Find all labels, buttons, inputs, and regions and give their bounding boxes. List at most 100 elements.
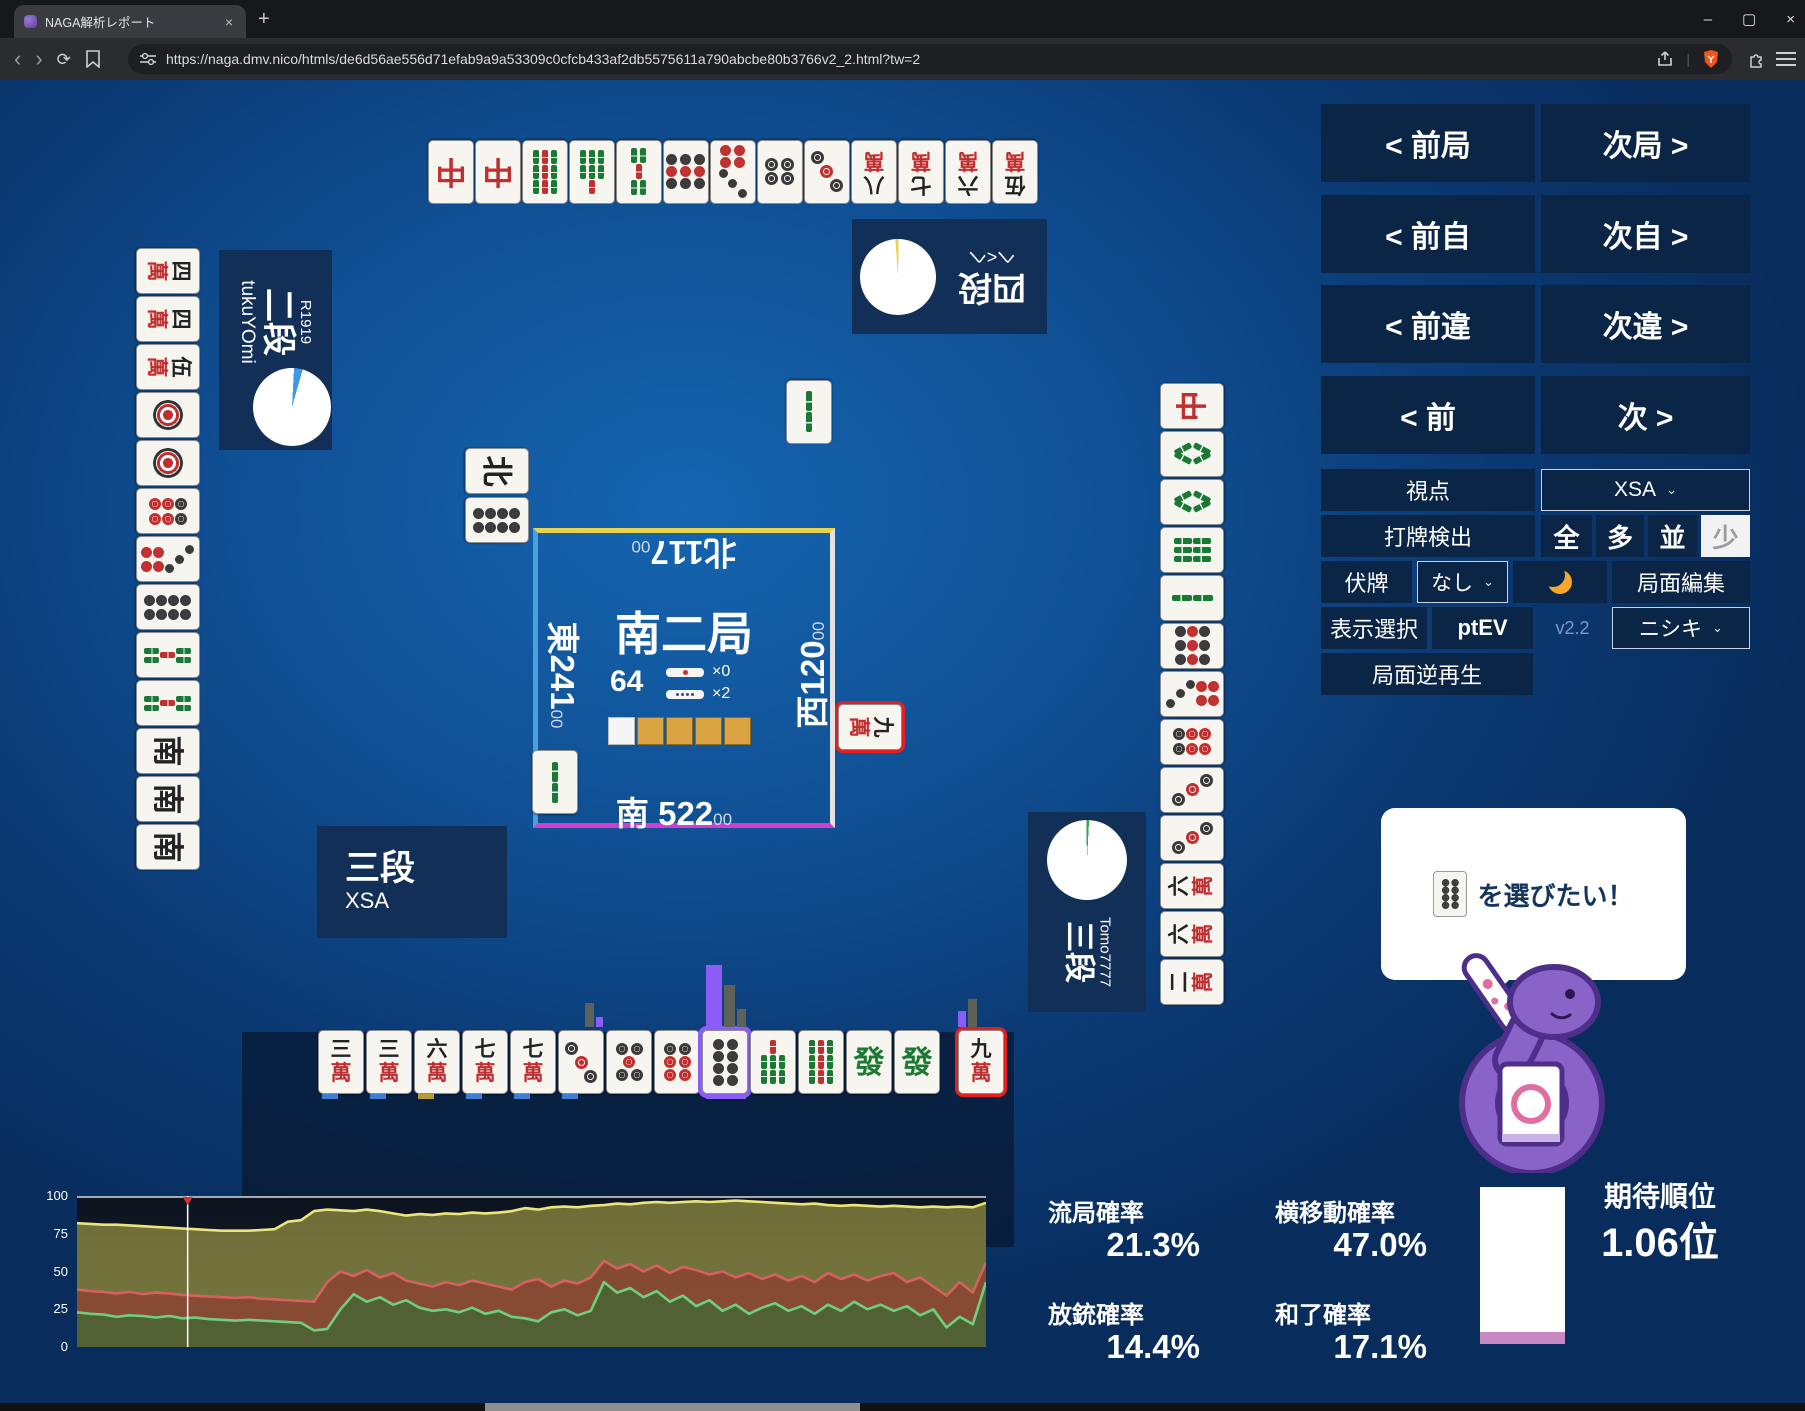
discard-right-s8 — [1160, 431, 1224, 477]
dahai-bar — [596, 1017, 603, 1027]
extensions-puzzle-icon[interactable] — [1748, 50, 1766, 68]
discard-left-m4: 四萬 — [136, 248, 200, 294]
tab-close-icon[interactable]: × — [222, 14, 236, 30]
discard-left-p8 — [136, 584, 200, 630]
drawn-tile-m9[interactable]: 九萬 — [958, 1030, 1004, 1094]
expected-rank-value: 1.06位 — [1601, 1221, 1719, 1265]
hand-tile-s7[interactable] — [750, 1030, 796, 1094]
url-bar[interactable]: https://naga.dmv.nico/htmls/de6d56ae556d… — [128, 44, 1732, 74]
model-select[interactable]: ニシキ ⌄ — [1612, 607, 1750, 649]
turn-cell — [695, 717, 722, 745]
nav-next-button-2[interactable]: 次違 > — [1541, 285, 1750, 363]
game-board: 北11700 東24100 西12000 南 52200 南二局 64 ×0 ×… — [533, 528, 835, 832]
discard-left-south: 南 — [136, 728, 200, 774]
night-mode-button[interactable] — [1513, 561, 1607, 603]
dahai-option-少[interactable]: 少 — [1701, 515, 1750, 557]
discard-right-chun: 中 — [1160, 383, 1224, 429]
dahai-option-並[interactable]: 並 — [1648, 515, 1697, 557]
y-tick-25: 25 — [53, 1301, 68, 1317]
last-discard-top — [786, 380, 832, 444]
player-top-rank: 四段 — [958, 267, 1026, 306]
chevron-down-icon: ⌄ — [1483, 574, 1494, 589]
tile-tick — [562, 1094, 578, 1099]
stat-value-2: 14.4% — [1106, 1328, 1200, 1365]
dahai-option-全[interactable]: 全 — [1541, 515, 1592, 557]
window-minimize-button[interactable]: – — [1704, 11, 1712, 28]
replay-button[interactable]: 局面逆再生 — [1321, 653, 1533, 695]
ptev-button[interactable]: ptEV — [1432, 607, 1533, 649]
dahai-detect-label: 打牌検出 — [1321, 515, 1535, 557]
menu-hamburger-icon[interactable] — [1776, 51, 1796, 67]
viewpoint-select[interactable]: XSA ⌄ — [1541, 469, 1750, 511]
board-edit-button[interactable]: 局面編集 — [1612, 561, 1750, 603]
version-text: v2.2 — [1555, 617, 1590, 638]
discard-right-p6 — [1160, 719, 1224, 765]
nav-next-button-3[interactable]: 次 > — [1541, 375, 1750, 454]
player-left-pie — [253, 368, 331, 446]
turn-cell — [666, 717, 693, 745]
nav-next-button-0[interactable]: 次局 > — [1541, 104, 1750, 182]
scrollbar-thumb[interactable] — [485, 1403, 860, 1411]
hand-tile-m3[interactable]: 三萬 — [318, 1030, 364, 1094]
hundred-stick-icon — [666, 689, 704, 699]
discard-left-p1 — [136, 440, 200, 486]
hand-tile-p8[interactable] — [702, 1030, 748, 1094]
hand-tile-m7[interactable]: 七萬 — [462, 1030, 508, 1094]
new-tab-button[interactable]: + — [258, 8, 270, 31]
discard-left-m5: 伍萬 — [136, 344, 200, 390]
hand-tile-m3[interactable]: 三萬 — [366, 1030, 412, 1094]
browser-tab[interactable]: NAGA解析レポート × — [14, 5, 246, 38]
discard-left-south: 南 — [136, 776, 200, 822]
nav-prev-button-0[interactable]: < 前局 — [1321, 104, 1535, 182]
fusehai-select[interactable]: なし ⌄ — [1417, 561, 1508, 603]
forward-icon[interactable]: › — [35, 48, 42, 70]
nav-prev-button-3[interactable]: < 前 — [1321, 375, 1535, 454]
player-right-rank: 三段 — [1061, 921, 1097, 983]
player-top-name: へ<へ — [968, 246, 1016, 267]
tile-tick — [514, 1094, 530, 1099]
back-icon[interactable]: ‹ — [14, 48, 21, 70]
hand-tile-s9[interactable] — [798, 1030, 844, 1094]
dahai-bar — [585, 1003, 594, 1027]
player-panel-bottom: 三段 XSA — [317, 826, 507, 938]
hand-tile-m7[interactable]: 七萬 — [510, 1030, 556, 1094]
dahai-option-多[interactable]: 多 — [1596, 515, 1644, 557]
hand-tile-m6[interactable]: 六萬 — [414, 1030, 460, 1094]
y-tick-50: 50 — [53, 1263, 68, 1279]
hand-tile-hatsu[interactable]: 發 — [846, 1030, 892, 1094]
y-tick-100: 100 — [46, 1188, 68, 1203]
stat-value-1: 47.0% — [1333, 1226, 1427, 1263]
share-icon[interactable] — [1656, 51, 1674, 67]
hand-tile-hatsu[interactable]: 發 — [894, 1030, 940, 1094]
dahai-bar — [958, 1011, 966, 1027]
player-top-pie — [860, 239, 936, 315]
display-select-button[interactable]: 表示選択 — [1321, 607, 1427, 649]
hand-tile-p3[interactable] — [558, 1030, 604, 1094]
bookmark-icon[interactable] — [85, 50, 101, 68]
player-left-rank: 二段 — [258, 287, 297, 356]
site-controls-icon[interactable] — [140, 52, 156, 66]
discard-top-p4 — [757, 140, 803, 204]
bubble-text: を選びたい！ — [1477, 880, 1634, 911]
divider: | — [1686, 51, 1690, 67]
horizontal-scrollbar[interactable] — [0, 1403, 1805, 1411]
discard-top-m6: 六萬 — [945, 140, 991, 204]
hand-tile-p6[interactable] — [654, 1030, 700, 1094]
discard-left-m4: 四萬 — [136, 296, 200, 342]
discard-top-m8: 八萬 — [851, 140, 897, 204]
window-close-button[interactable]: × — [1786, 11, 1795, 28]
nav-prev-button-1[interactable]: < 前自 — [1321, 194, 1535, 273]
discard-top-chun: 中 — [428, 140, 474, 204]
nav-next-button-1[interactable]: 次自 > — [1541, 194, 1750, 273]
hand-tile-p5[interactable] — [606, 1030, 652, 1094]
dahai-bar — [737, 1009, 746, 1027]
reload-icon[interactable]: ⟳ — [57, 51, 71, 68]
nav-prev-button-2[interactable]: < 前違 — [1321, 285, 1535, 363]
brave-shield-icon[interactable] — [1702, 49, 1720, 69]
turn-cell — [724, 717, 751, 745]
suggested-tile-icon — [1433, 871, 1468, 917]
window-maximize-button[interactable]: ▢ — [1742, 10, 1756, 28]
discard-left-p7 — [136, 536, 200, 582]
discard-right-m6: 六萬 — [1160, 863, 1224, 909]
tile-tick — [370, 1094, 386, 1099]
